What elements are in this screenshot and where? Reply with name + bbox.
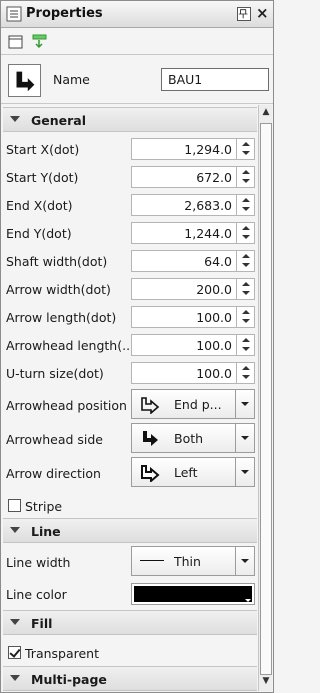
field-arrowhead-length: Arrowhead length(... 100.0 [3, 331, 257, 359]
section-fill[interactable]: Fill [3, 610, 257, 635]
collapse-icon[interactable] [10, 675, 20, 681]
apply-style-icon[interactable] [31, 33, 49, 51]
both-sides-icon [143, 431, 158, 446]
spinner-icon[interactable] [236, 363, 254, 383]
spinner-icon[interactable] [236, 251, 254, 271]
transparent-checkbox[interactable] [8, 646, 21, 659]
end-y-input[interactable]: 1,244.0 [131, 222, 255, 244]
section-multipage[interactable]: Multi-page [3, 666, 257, 691]
dropdown-icon[interactable] [235, 390, 254, 418]
collapse-icon[interactable] [10, 116, 20, 122]
dropdown-icon[interactable] [235, 547, 254, 575]
field-arrow-width: Arrow width(dot) 200.0 [3, 275, 257, 303]
field-line-color: Line color [3, 580, 257, 608]
transparent-row: Transparent [3, 639, 257, 667]
dropdown-icon[interactable] [235, 424, 254, 452]
title-bar: Properties × [1, 1, 273, 28]
arrowhead-side-select[interactable]: Both [131, 423, 255, 453]
color-swatch [134, 586, 252, 602]
toolbar [1, 29, 273, 55]
object-header: Name BAU1 [1, 56, 273, 104]
stripe-checkbox[interactable] [8, 499, 21, 512]
spinner-icon[interactable] [236, 139, 254, 159]
arrow-shape-icon [8, 64, 41, 97]
field-end-y: End Y(dot) 1,244.0 [3, 219, 257, 247]
collapse-icon[interactable] [10, 619, 20, 625]
field-arrow-length: Arrow length(dot) 100.0 [3, 303, 257, 331]
properties-icon [6, 6, 22, 22]
spinner-icon[interactable] [236, 223, 254, 243]
stripe-row: Stripe [3, 492, 257, 520]
field-line-width: Line width Thin [3, 545, 257, 579]
start-x-input[interactable]: 1,294.0 [131, 138, 255, 160]
field-end-x: End X(dot) 2,683.0 [3, 191, 257, 219]
spinner-icon[interactable] [236, 195, 254, 215]
page-icon[interactable] [7, 33, 25, 51]
arrow-length-input[interactable]: 100.0 [131, 306, 255, 328]
property-grid: General Start X(dot) 1,294.0 Start Y(dot… [3, 105, 257, 691]
end-position-icon [141, 397, 160, 414]
spinner-icon[interactable] [236, 307, 254, 327]
window-title: Properties [26, 6, 103, 21]
scroll-up-icon[interactable]: ▲ [260, 107, 272, 120]
spinner-icon[interactable] [236, 167, 254, 187]
properties-panel: Properties × Name BAU1 General Start X(d… [0, 0, 274, 693]
arrow-direction-select[interactable]: Left [131, 457, 255, 487]
uturn-size-input[interactable]: 100.0 [131, 362, 255, 384]
section-general[interactable]: General [3, 107, 257, 132]
field-start-y: Start Y(dot) 672.0 [3, 163, 257, 191]
left-direction-icon [141, 465, 160, 482]
field-start-x: Start X(dot) 1,294.0 [3, 135, 257, 163]
field-arrowhead-side: Arrowhead side Both [3, 422, 257, 456]
end-x-input[interactable]: 2,683.0 [131, 194, 255, 216]
dropdown-icon[interactable] [235, 458, 254, 486]
scroll-thumb[interactable] [260, 123, 272, 675]
name-label: Name [53, 72, 90, 87]
vertical-scrollbar[interactable]: ▲ ▼ [258, 105, 272, 691]
field-shaft-width: Shaft width(dot) 64.0 [3, 247, 257, 275]
section-line[interactable]: Line [3, 518, 257, 543]
field-arrowhead-position: Arrowhead position End p... [3, 388, 257, 422]
arrow-width-input[interactable]: 200.0 [131, 278, 255, 300]
scroll-down-icon[interactable]: ▼ [260, 676, 272, 689]
arrowhead-position-select[interactable]: End p... [131, 389, 255, 419]
line-color-picker[interactable] [131, 583, 255, 605]
collapse-icon[interactable] [10, 527, 20, 533]
spinner-icon[interactable] [236, 335, 254, 355]
field-arrow-direction: Arrow direction Left [3, 456, 257, 490]
line-width-select[interactable]: Thin [131, 546, 255, 576]
close-icon[interactable]: × [256, 4, 269, 22]
spinner-icon[interactable] [236, 279, 254, 299]
shaft-width-input[interactable]: 64.0 [131, 250, 255, 272]
arrowhead-length-input[interactable]: 100.0 [131, 334, 255, 356]
name-input[interactable]: BAU1 [161, 68, 269, 91]
pin-icon[interactable] [237, 7, 251, 21]
dropdown-icon[interactable] [245, 599, 251, 602]
start-y-input[interactable]: 672.0 [131, 166, 255, 188]
line-sample-icon [140, 560, 164, 561]
field-uturn-size: U-turn size(dot) 100.0 [3, 359, 257, 387]
